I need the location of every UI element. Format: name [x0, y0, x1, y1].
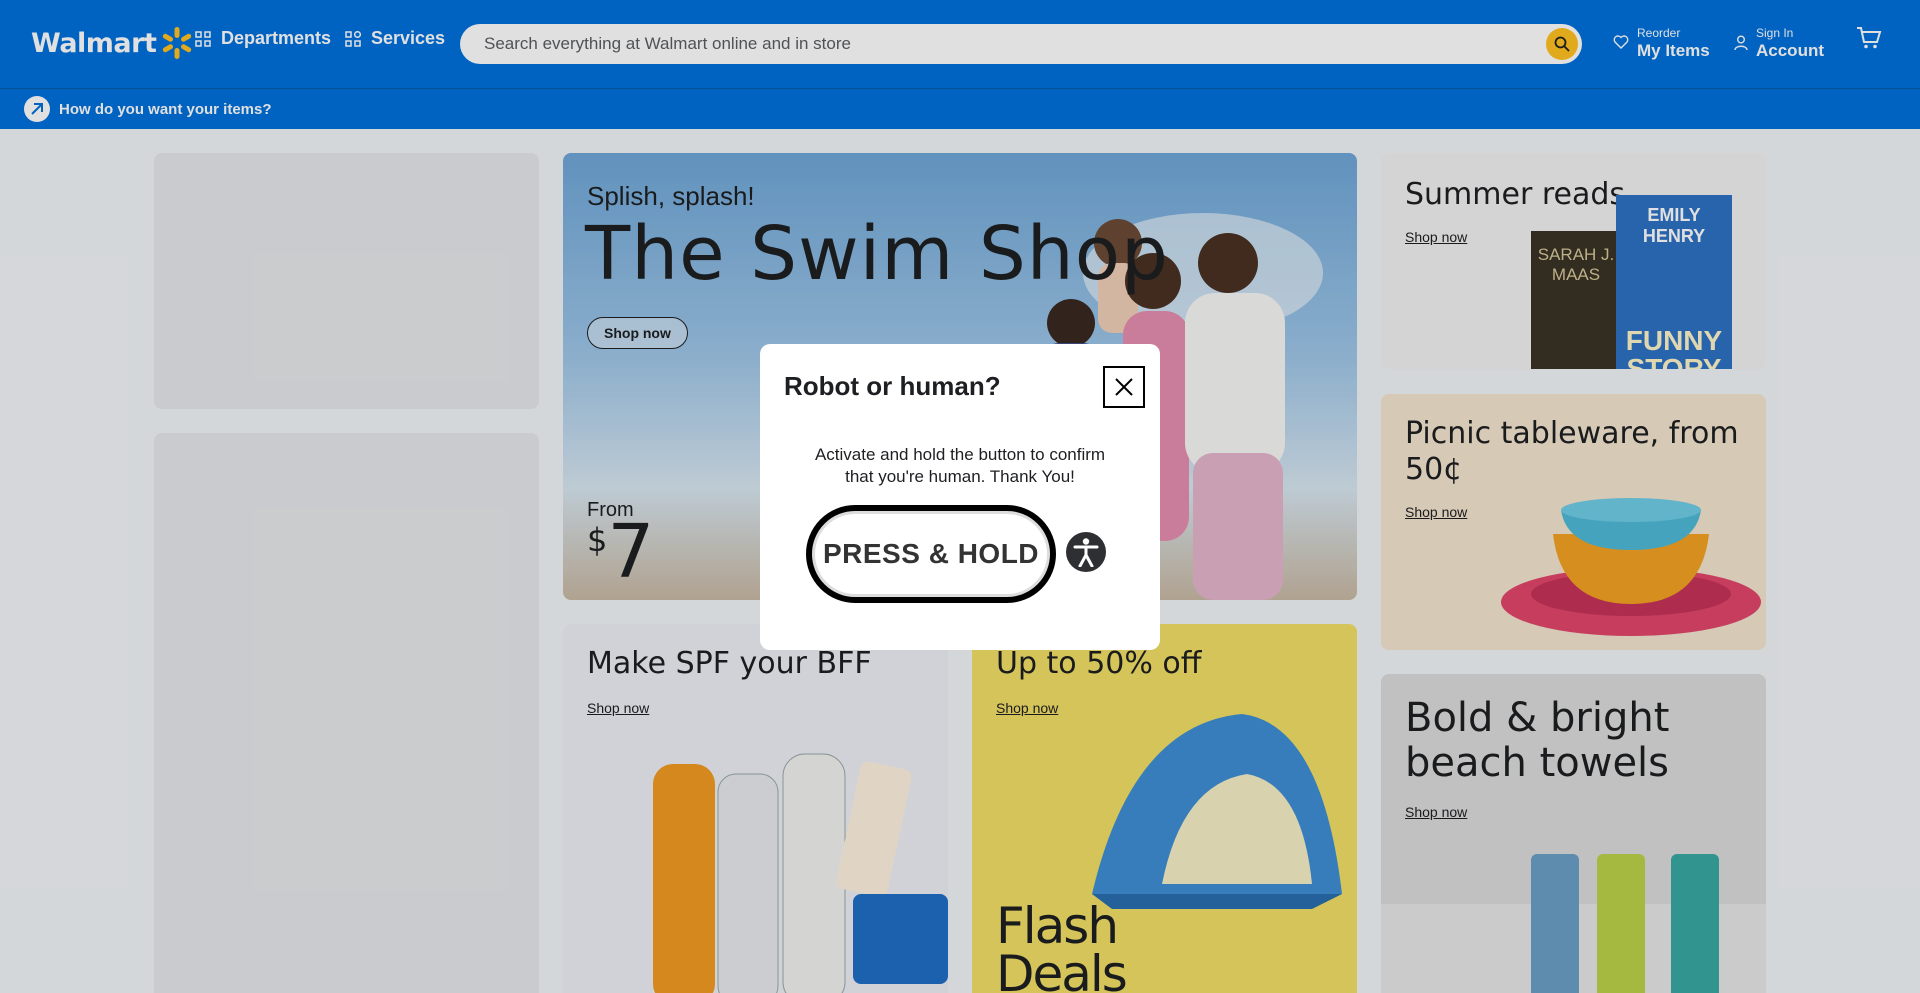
close-icon	[1115, 378, 1133, 396]
dialog-message: Activate and hold the button to confirm …	[814, 445, 1106, 486]
dialog-title: Robot or human?	[784, 371, 1001, 401]
close-button[interactable]	[1103, 366, 1145, 408]
accessibility-icon	[1073, 538, 1099, 567]
accessibility-button[interactable]	[1066, 532, 1106, 572]
captcha-dialog: Robot or human? Activate and hold the bu…	[760, 344, 1160, 650]
press-and-hold-button[interactable]: PRESS & HOLD	[806, 505, 1056, 603]
